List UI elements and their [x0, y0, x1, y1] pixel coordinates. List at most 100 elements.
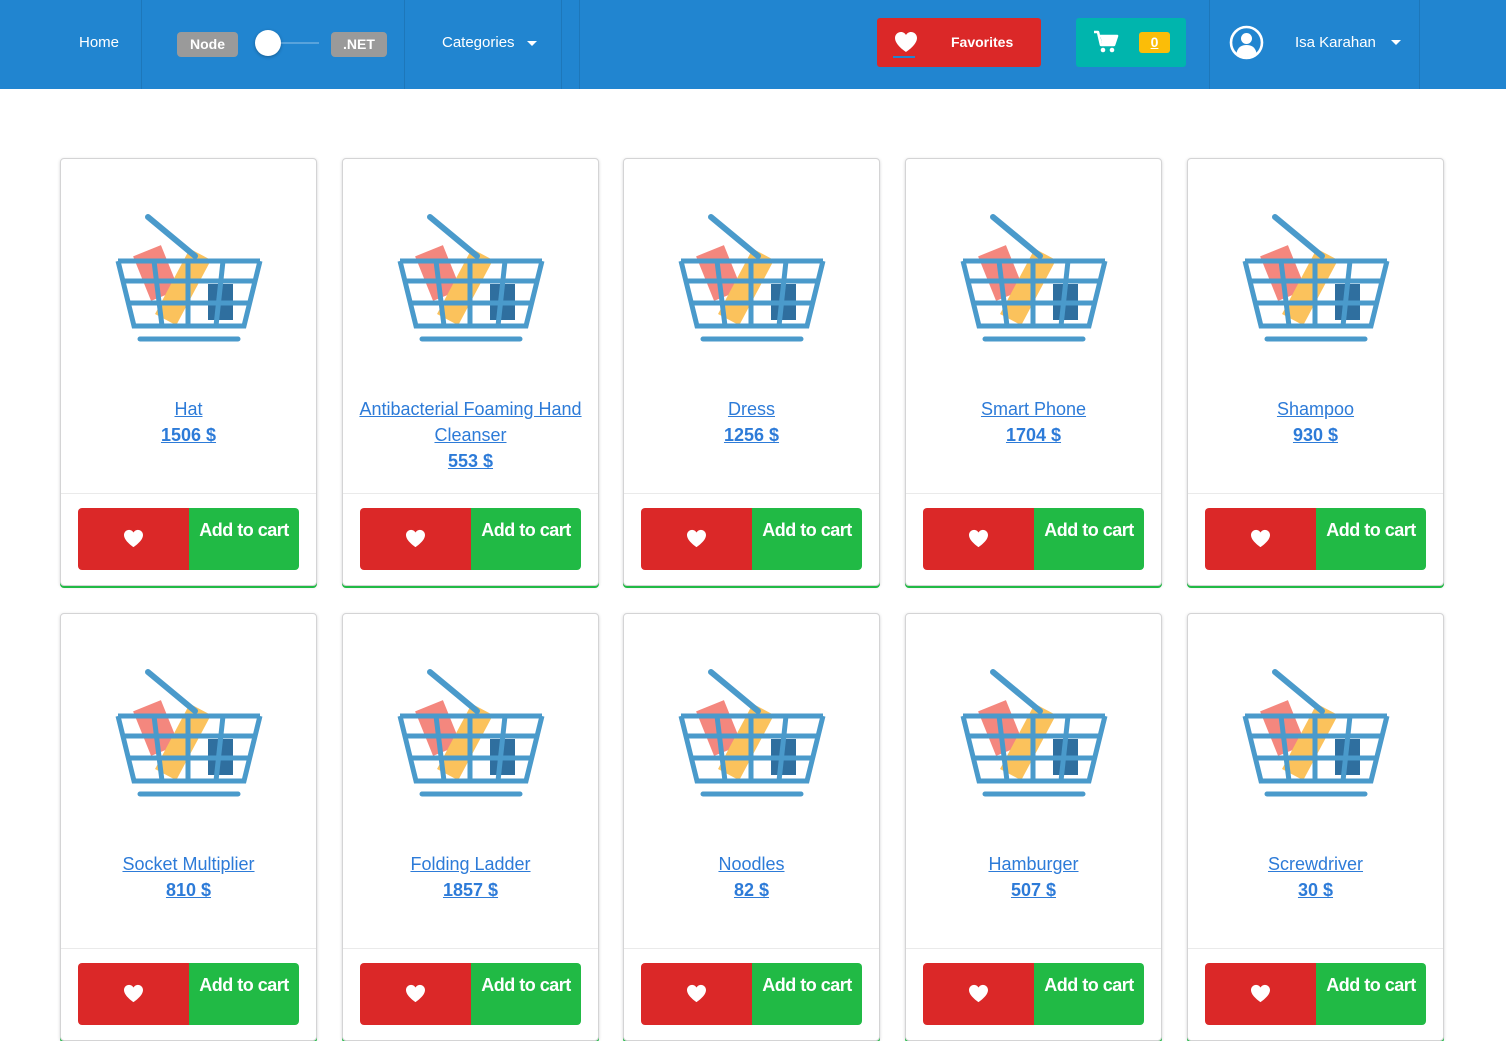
- product-card: Screwdriver 30 $ Add to cart: [1187, 613, 1444, 1041]
- product-card-body: Socket Multiplier 810 $: [61, 851, 316, 904]
- product-name-link[interactable]: Shampoo: [1196, 396, 1435, 422]
- product-card: Dress 1256 $ Add to cart: [623, 158, 880, 586]
- add-to-favorites-button[interactable]: [78, 963, 189, 1025]
- shopping-basket-icon: [397, 669, 545, 799]
- add-to-favorites-button[interactable]: [1205, 508, 1316, 570]
- add-to-favorites-button[interactable]: [360, 963, 471, 1025]
- heart-icon: [686, 984, 707, 1008]
- heart-icon: [405, 984, 426, 1008]
- card-divider: [624, 948, 879, 949]
- add-to-cart-button[interactable]: Add to cart: [1034, 508, 1144, 570]
- user-circle-icon: [1229, 25, 1264, 60]
- product-name-link[interactable]: Socket Multiplier: [69, 851, 308, 877]
- product-name-link[interactable]: Hamburger: [914, 851, 1153, 877]
- card-actions: Add to cart: [1205, 963, 1426, 1025]
- add-to-cart-button[interactable]: Add to cart: [1034, 963, 1144, 1025]
- top-navbar: Home Node .NET Categories Favorites 0 Is…: [0, 0, 1506, 89]
- shopping-basket-icon: [115, 214, 263, 344]
- shopping-basket-icon: [1242, 669, 1390, 799]
- runtime-toggle[interactable]: [255, 30, 281, 56]
- add-to-favorites-button[interactable]: [641, 508, 752, 570]
- card-actions: Add to cart: [78, 508, 299, 570]
- add-to-cart-button[interactable]: Add to cart: [752, 963, 862, 1025]
- product-card: Antibacterial Foaming Hand Cleanser 553 $…: [342, 158, 599, 586]
- product-name-link[interactable]: Folding Ladder: [351, 851, 590, 877]
- heart-icon: [1250, 984, 1271, 1008]
- product-price-link[interactable]: 1704 $: [914, 422, 1153, 449]
- caret-down-icon: [526, 40, 537, 46]
- runtime-net-label: .NET: [331, 32, 387, 57]
- product-name-link[interactable]: Smart Phone: [914, 396, 1153, 422]
- product-price-link[interactable]: 1256 $: [632, 422, 871, 449]
- add-to-favorites-button[interactable]: [923, 508, 1034, 570]
- shopping-basket-icon: [678, 669, 826, 799]
- product-price-link[interactable]: 507 $: [914, 877, 1153, 904]
- add-to-cart-button[interactable]: Add to cart: [189, 963, 299, 1025]
- add-to-cart-button[interactable]: Add to cart: [1316, 508, 1426, 570]
- add-to-favorites-button[interactable]: [923, 963, 1034, 1025]
- nav-divider: [561, 0, 562, 89]
- product-card-body: Hat 1506 $: [61, 396, 316, 449]
- product-card: Socket Multiplier 810 $ Add to cart: [60, 613, 317, 1041]
- card-actions: Add to cart: [641, 508, 862, 570]
- nav-divider: [1419, 0, 1420, 89]
- heart-icon: [686, 529, 707, 553]
- card-divider: [906, 948, 1161, 949]
- product-card-body: Hamburger 507 $: [906, 851, 1161, 904]
- card-divider: [61, 493, 316, 494]
- nav-divider: [404, 0, 405, 89]
- add-to-cart-button[interactable]: Add to cart: [189, 508, 299, 570]
- card-actions: Add to cart: [360, 508, 581, 570]
- favorites-button[interactable]: Favorites: [877, 18, 1041, 67]
- card-divider: [906, 493, 1161, 494]
- heart-icon: [968, 984, 989, 1008]
- product-name-link[interactable]: Antibacterial Foaming Hand Cleanser: [351, 396, 590, 448]
- product-name-link[interactable]: Hat: [69, 396, 308, 422]
- card-divider: [61, 948, 316, 949]
- nav-divider: [141, 0, 142, 89]
- product-card: Noodles 82 $ Add to cart: [623, 613, 880, 1041]
- heart-icon: [405, 529, 426, 553]
- product-name-link[interactable]: Noodles: [632, 851, 871, 877]
- card-actions: Add to cart: [923, 508, 1144, 570]
- shopping-basket-icon: [960, 214, 1108, 344]
- add-to-favorites-button[interactable]: [78, 508, 189, 570]
- product-price-link[interactable]: 553 $: [351, 448, 590, 475]
- product-name-link[interactable]: Dress: [632, 396, 871, 422]
- product-card-body: Antibacterial Foaming Hand Cleanser 553 $: [343, 396, 598, 475]
- card-actions: Add to cart: [1205, 508, 1426, 570]
- categories-dropdown[interactable]: Categories: [442, 34, 537, 51]
- add-to-cart-button[interactable]: Add to cart: [471, 508, 581, 570]
- shopping-cart-icon: [1094, 30, 1119, 53]
- product-name-link[interactable]: Screwdriver: [1196, 851, 1435, 877]
- product-card: Smart Phone 1704 $ Add to cart: [905, 158, 1162, 586]
- favorites-label: Favorites: [951, 34, 1014, 50]
- product-price-link[interactable]: 1857 $: [351, 877, 590, 904]
- card-divider: [1188, 493, 1443, 494]
- card-actions: Add to cart: [78, 963, 299, 1025]
- product-card: Shampoo 930 $ Add to cart: [1187, 158, 1444, 586]
- heart-icon: [968, 529, 989, 553]
- card-divider: [343, 948, 598, 949]
- heart-icon: [895, 32, 917, 52]
- nav-home-link[interactable]: Home: [79, 34, 119, 51]
- add-to-cart-button[interactable]: Add to cart: [471, 963, 581, 1025]
- caret-down-icon: [1391, 40, 1401, 45]
- product-price-link[interactable]: 82 $: [632, 877, 871, 904]
- cart-count-badge: 0: [1139, 32, 1170, 53]
- add-to-favorites-button[interactable]: [360, 508, 471, 570]
- product-card-body: Folding Ladder 1857 $: [343, 851, 598, 904]
- product-price-link[interactable]: 930 $: [1196, 422, 1435, 449]
- add-to-cart-button[interactable]: Add to cart: [752, 508, 862, 570]
- favorites-icon-underline: [893, 56, 915, 58]
- product-price-link[interactable]: 1506 $: [69, 422, 308, 449]
- add-to-favorites-button[interactable]: [641, 963, 752, 1025]
- cart-button[interactable]: 0: [1076, 18, 1186, 67]
- product-price-link[interactable]: 30 $: [1196, 877, 1435, 904]
- product-price-link[interactable]: 810 $: [69, 877, 308, 904]
- add-to-cart-button[interactable]: Add to cart: [1316, 963, 1426, 1025]
- card-actions: Add to cart: [360, 963, 581, 1025]
- card-actions: Add to cart: [641, 963, 862, 1025]
- add-to-favorites-button[interactable]: [1205, 963, 1316, 1025]
- heart-icon: [123, 984, 144, 1008]
